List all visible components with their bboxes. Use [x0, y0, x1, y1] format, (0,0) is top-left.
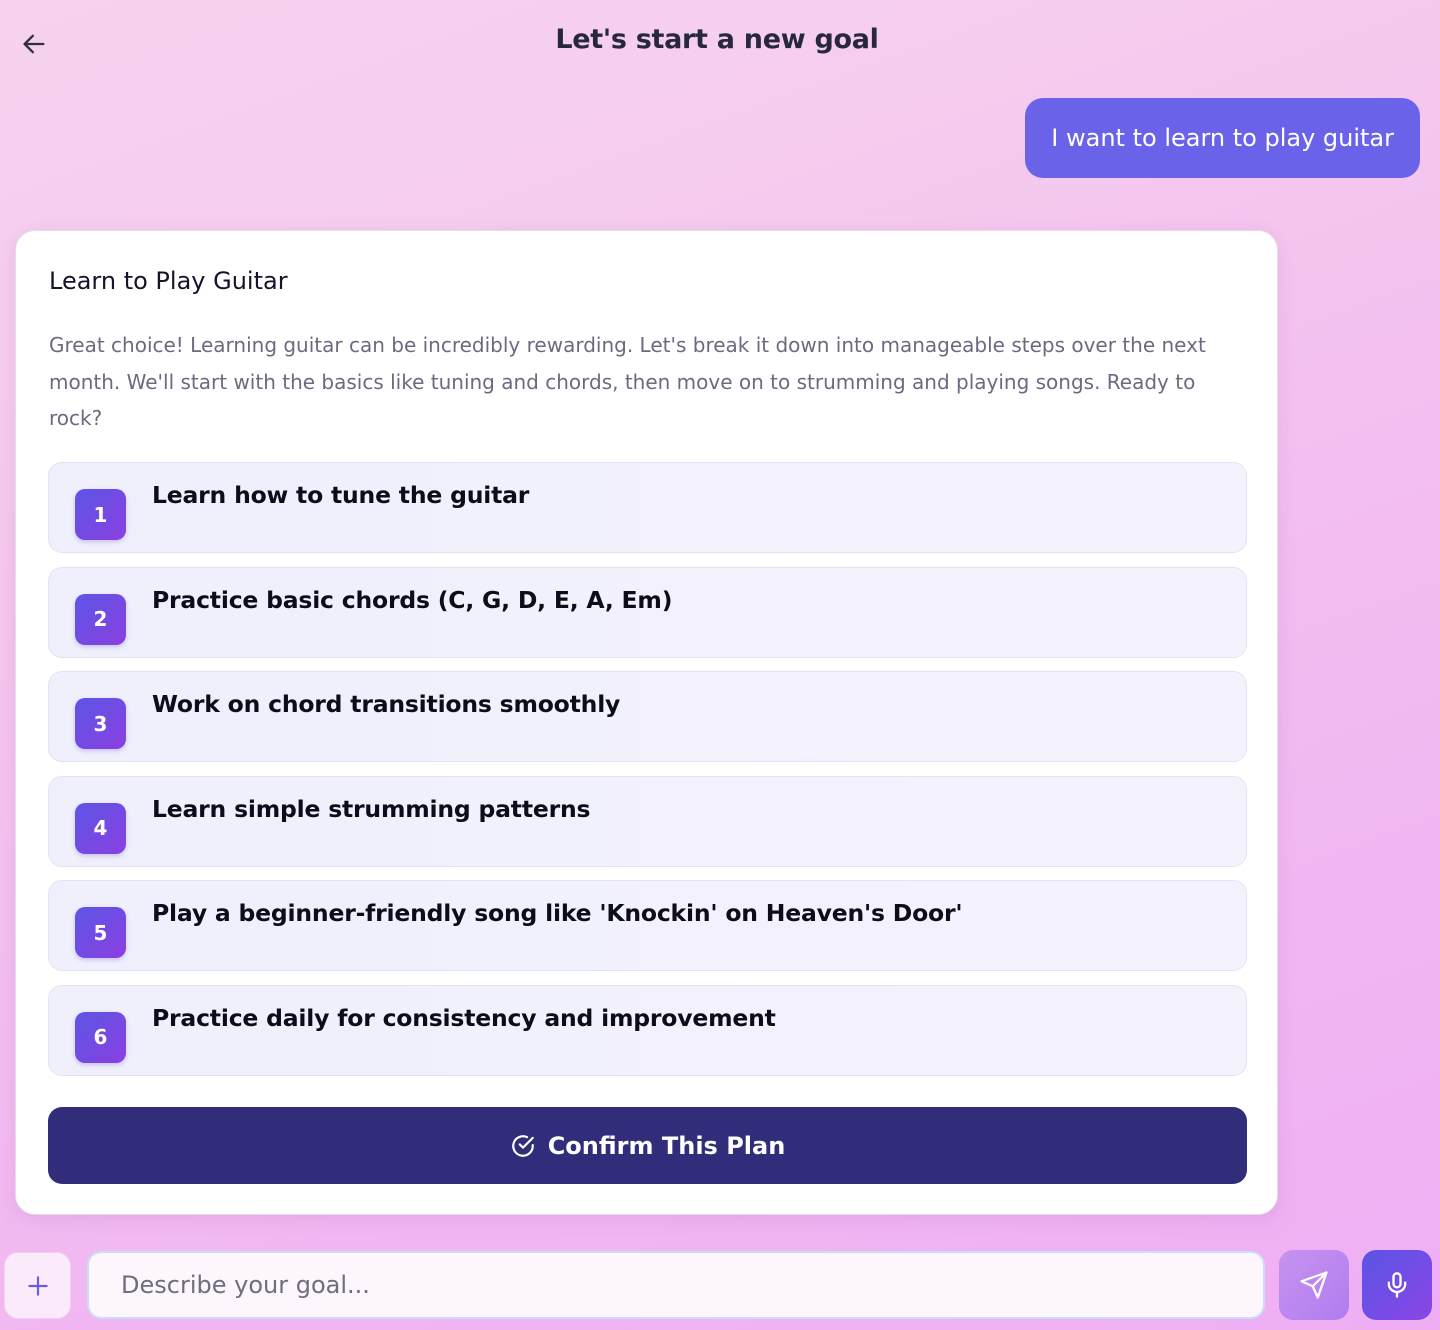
microphone-icon — [1387, 1272, 1407, 1298]
step-number-badge: 5 — [75, 907, 126, 958]
step-number-badge: 6 — [75, 1011, 126, 1063]
step-number-badge: 2 — [75, 593, 126, 645]
plan-step-1[interactable]: 1 Learn how to tune the guitar — [48, 462, 1247, 553]
step-text: Work on chord transitions smoothly — [152, 690, 621, 718]
step-number-badge: 1 — [75, 489, 126, 540]
plan-description: Great choice! Learning guitar can be inc… — [49, 333, 1206, 430]
step-text: Learn simple strumming patterns — [152, 794, 591, 823]
plus-icon — [27, 1275, 48, 1296]
user-message-bubble: I want to learn to play guitar — [1025, 98, 1420, 178]
plan-step-3[interactable]: 3 Work on chord transitions smoothly — [48, 671, 1247, 762]
plan-step-2[interactable]: 2 Practice basic chords (C, G, D, E, A, … — [48, 566, 1247, 658]
plan-title: Learn to Play Guitar — [49, 267, 288, 295]
step-text: Practice basic chords (C, G, D, E, A, Em… — [152, 585, 673, 614]
goal-input[interactable] — [87, 1251, 1265, 1319]
step-number-badge: 4 — [75, 802, 126, 854]
plan-step-6[interactable]: 6 Practice daily for consistency and imp… — [48, 984, 1247, 1076]
step-number-badge: 3 — [75, 698, 126, 749]
plan-step-4[interactable]: 4 Learn simple strumming patterns — [48, 775, 1247, 867]
step-text: Practice daily for consistency and impro… — [152, 1003, 776, 1032]
confirm-plan-button[interactable]: Confirm This Plan — [48, 1107, 1247, 1184]
send-icon — [1300, 1271, 1328, 1299]
confirm-plan-label: Confirm This Plan — [547, 1131, 786, 1160]
step-text: Play a beginner-friendly song like 'Knoc… — [152, 899, 963, 927]
plan-step-5[interactable]: 5 Play a beginner-friendly song like 'Kn… — [48, 880, 1247, 971]
check-circle-icon — [511, 1134, 534, 1157]
plan-card: Learn to Play Guitar Great choice! Learn… — [15, 230, 1278, 1215]
microphone-button[interactable] — [1362, 1250, 1432, 1320]
top-bar: Let's start a new goal — [0, 0, 1440, 88]
add-attachment-button[interactable] — [4, 1252, 71, 1319]
page-title: Let's start a new goal — [555, 24, 879, 55]
step-text: Learn how to tune the guitar — [152, 481, 530, 509]
plan-steps-list: 1 Learn how to tune the guitar 2 Practic… — [48, 462, 1247, 1089]
send-button[interactable] — [1279, 1250, 1349, 1320]
